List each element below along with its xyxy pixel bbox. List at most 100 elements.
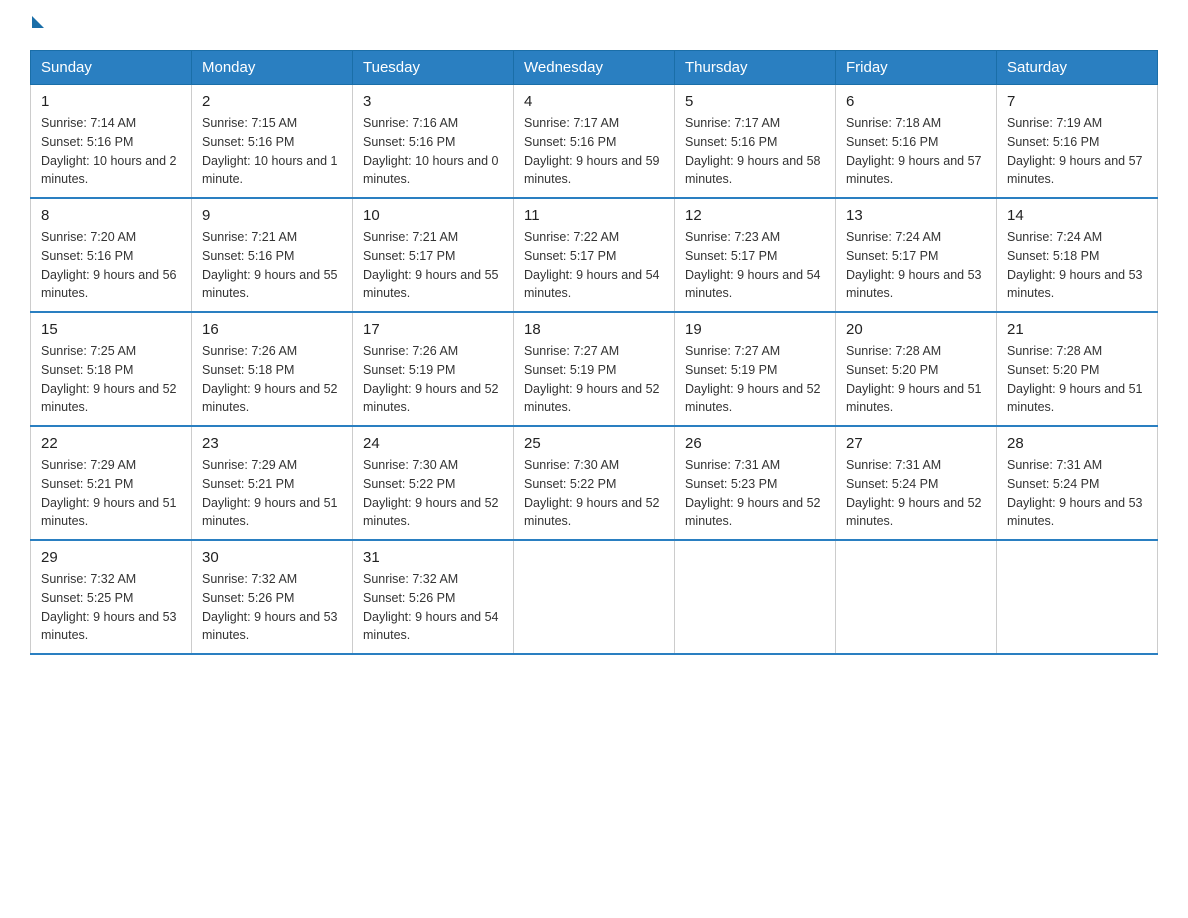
calendar-cell: 17 Sunrise: 7:26 AMSunset: 5:19 PMDaylig… (353, 312, 514, 426)
calendar-cell: 14 Sunrise: 7:24 AMSunset: 5:18 PMDaylig… (997, 198, 1158, 312)
day-number: 26 (685, 435, 825, 452)
col-header-tuesday: Tuesday (353, 51, 514, 85)
day-info: Sunrise: 7:17 AMSunset: 5:16 PMDaylight:… (524, 114, 664, 189)
calendar-cell: 11 Sunrise: 7:22 AMSunset: 5:17 PMDaylig… (514, 198, 675, 312)
day-info: Sunrise: 7:30 AMSunset: 5:22 PMDaylight:… (363, 456, 503, 531)
day-number: 5 (685, 93, 825, 110)
day-info: Sunrise: 7:27 AMSunset: 5:19 PMDaylight:… (685, 342, 825, 417)
calendar-cell: 6 Sunrise: 7:18 AMSunset: 5:16 PMDayligh… (836, 85, 997, 199)
calendar-cell (997, 540, 1158, 654)
day-info: Sunrise: 7:19 AMSunset: 5:16 PMDaylight:… (1007, 114, 1147, 189)
calendar-cell: 22 Sunrise: 7:29 AMSunset: 5:21 PMDaylig… (31, 426, 192, 540)
day-info: Sunrise: 7:26 AMSunset: 5:19 PMDaylight:… (363, 342, 503, 417)
calendar-table: SundayMondayTuesdayWednesdayThursdayFrid… (30, 50, 1158, 655)
calendar-week-3: 15 Sunrise: 7:25 AMSunset: 5:18 PMDaylig… (31, 312, 1158, 426)
calendar-cell: 19 Sunrise: 7:27 AMSunset: 5:19 PMDaylig… (675, 312, 836, 426)
day-number: 17 (363, 321, 503, 338)
calendar-cell: 1 Sunrise: 7:14 AMSunset: 5:16 PMDayligh… (31, 85, 192, 199)
logo (30, 20, 46, 32)
calendar-cell (836, 540, 997, 654)
day-info: Sunrise: 7:21 AMSunset: 5:17 PMDaylight:… (363, 228, 503, 303)
day-info: Sunrise: 7:18 AMSunset: 5:16 PMDaylight:… (846, 114, 986, 189)
calendar-cell: 2 Sunrise: 7:15 AMSunset: 5:16 PMDayligh… (192, 85, 353, 199)
day-number: 15 (41, 321, 181, 338)
calendar-cell: 23 Sunrise: 7:29 AMSunset: 5:21 PMDaylig… (192, 426, 353, 540)
day-info: Sunrise: 7:27 AMSunset: 5:19 PMDaylight:… (524, 342, 664, 417)
calendar-week-5: 29 Sunrise: 7:32 AMSunset: 5:25 PMDaylig… (31, 540, 1158, 654)
calendar-header: SundayMondayTuesdayWednesdayThursdayFrid… (31, 51, 1158, 85)
day-number: 21 (1007, 321, 1147, 338)
day-number: 24 (363, 435, 503, 452)
day-number: 31 (363, 549, 503, 566)
day-number: 2 (202, 93, 342, 110)
calendar-cell (514, 540, 675, 654)
day-info: Sunrise: 7:31 AMSunset: 5:24 PMDaylight:… (846, 456, 986, 531)
col-header-wednesday: Wednesday (514, 51, 675, 85)
day-info: Sunrise: 7:30 AMSunset: 5:22 PMDaylight:… (524, 456, 664, 531)
calendar-cell: 7 Sunrise: 7:19 AMSunset: 5:16 PMDayligh… (997, 85, 1158, 199)
day-number: 30 (202, 549, 342, 566)
day-info: Sunrise: 7:15 AMSunset: 5:16 PMDaylight:… (202, 114, 342, 189)
col-header-thursday: Thursday (675, 51, 836, 85)
day-number: 8 (41, 207, 181, 224)
day-number: 7 (1007, 93, 1147, 110)
calendar-cell: 12 Sunrise: 7:23 AMSunset: 5:17 PMDaylig… (675, 198, 836, 312)
calendar-cell: 4 Sunrise: 7:17 AMSunset: 5:16 PMDayligh… (514, 85, 675, 199)
day-number: 16 (202, 321, 342, 338)
day-number: 28 (1007, 435, 1147, 452)
day-number: 10 (363, 207, 503, 224)
calendar-week-2: 8 Sunrise: 7:20 AMSunset: 5:16 PMDayligh… (31, 198, 1158, 312)
calendar-cell: 9 Sunrise: 7:21 AMSunset: 5:16 PMDayligh… (192, 198, 353, 312)
day-info: Sunrise: 7:32 AMSunset: 5:26 PMDaylight:… (363, 570, 503, 645)
day-info: Sunrise: 7:20 AMSunset: 5:16 PMDaylight:… (41, 228, 181, 303)
day-info: Sunrise: 7:31 AMSunset: 5:24 PMDaylight:… (1007, 456, 1147, 531)
day-info: Sunrise: 7:26 AMSunset: 5:18 PMDaylight:… (202, 342, 342, 417)
calendar-week-4: 22 Sunrise: 7:29 AMSunset: 5:21 PMDaylig… (31, 426, 1158, 540)
calendar-cell: 10 Sunrise: 7:21 AMSunset: 5:17 PMDaylig… (353, 198, 514, 312)
day-number: 29 (41, 549, 181, 566)
calendar-cell: 27 Sunrise: 7:31 AMSunset: 5:24 PMDaylig… (836, 426, 997, 540)
day-number: 1 (41, 93, 181, 110)
day-info: Sunrise: 7:29 AMSunset: 5:21 PMDaylight:… (41, 456, 181, 531)
day-number: 12 (685, 207, 825, 224)
day-number: 20 (846, 321, 986, 338)
col-header-sunday: Sunday (31, 51, 192, 85)
calendar-cell: 31 Sunrise: 7:32 AMSunset: 5:26 PMDaylig… (353, 540, 514, 654)
calendar-cell: 20 Sunrise: 7:28 AMSunset: 5:20 PMDaylig… (836, 312, 997, 426)
calendar-cell: 15 Sunrise: 7:25 AMSunset: 5:18 PMDaylig… (31, 312, 192, 426)
calendar-cell: 16 Sunrise: 7:26 AMSunset: 5:18 PMDaylig… (192, 312, 353, 426)
calendar-week-1: 1 Sunrise: 7:14 AMSunset: 5:16 PMDayligh… (31, 85, 1158, 199)
col-header-monday: Monday (192, 51, 353, 85)
day-info: Sunrise: 7:14 AMSunset: 5:16 PMDaylight:… (41, 114, 181, 189)
calendar-cell: 3 Sunrise: 7:16 AMSunset: 5:16 PMDayligh… (353, 85, 514, 199)
day-number: 22 (41, 435, 181, 452)
calendar-cell (675, 540, 836, 654)
page-header (30, 20, 1158, 32)
day-info: Sunrise: 7:17 AMSunset: 5:16 PMDaylight:… (685, 114, 825, 189)
logo-triangle-icon (32, 16, 44, 28)
day-number: 25 (524, 435, 664, 452)
day-info: Sunrise: 7:28 AMSunset: 5:20 PMDaylight:… (846, 342, 986, 417)
day-number: 13 (846, 207, 986, 224)
day-number: 27 (846, 435, 986, 452)
day-info: Sunrise: 7:31 AMSunset: 5:23 PMDaylight:… (685, 456, 825, 531)
calendar-cell: 13 Sunrise: 7:24 AMSunset: 5:17 PMDaylig… (836, 198, 997, 312)
day-info: Sunrise: 7:32 AMSunset: 5:25 PMDaylight:… (41, 570, 181, 645)
day-info: Sunrise: 7:25 AMSunset: 5:18 PMDaylight:… (41, 342, 181, 417)
day-info: Sunrise: 7:28 AMSunset: 5:20 PMDaylight:… (1007, 342, 1147, 417)
calendar-cell: 28 Sunrise: 7:31 AMSunset: 5:24 PMDaylig… (997, 426, 1158, 540)
day-info: Sunrise: 7:23 AMSunset: 5:17 PMDaylight:… (685, 228, 825, 303)
calendar-cell: 25 Sunrise: 7:30 AMSunset: 5:22 PMDaylig… (514, 426, 675, 540)
day-number: 14 (1007, 207, 1147, 224)
day-number: 9 (202, 207, 342, 224)
day-info: Sunrise: 7:32 AMSunset: 5:26 PMDaylight:… (202, 570, 342, 645)
calendar-cell: 29 Sunrise: 7:32 AMSunset: 5:25 PMDaylig… (31, 540, 192, 654)
day-number: 4 (524, 93, 664, 110)
day-number: 6 (846, 93, 986, 110)
day-info: Sunrise: 7:24 AMSunset: 5:18 PMDaylight:… (1007, 228, 1147, 303)
day-info: Sunrise: 7:24 AMSunset: 5:17 PMDaylight:… (846, 228, 986, 303)
calendar-cell: 5 Sunrise: 7:17 AMSunset: 5:16 PMDayligh… (675, 85, 836, 199)
calendar-cell: 18 Sunrise: 7:27 AMSunset: 5:19 PMDaylig… (514, 312, 675, 426)
calendar-cell: 24 Sunrise: 7:30 AMSunset: 5:22 PMDaylig… (353, 426, 514, 540)
col-header-friday: Friday (836, 51, 997, 85)
